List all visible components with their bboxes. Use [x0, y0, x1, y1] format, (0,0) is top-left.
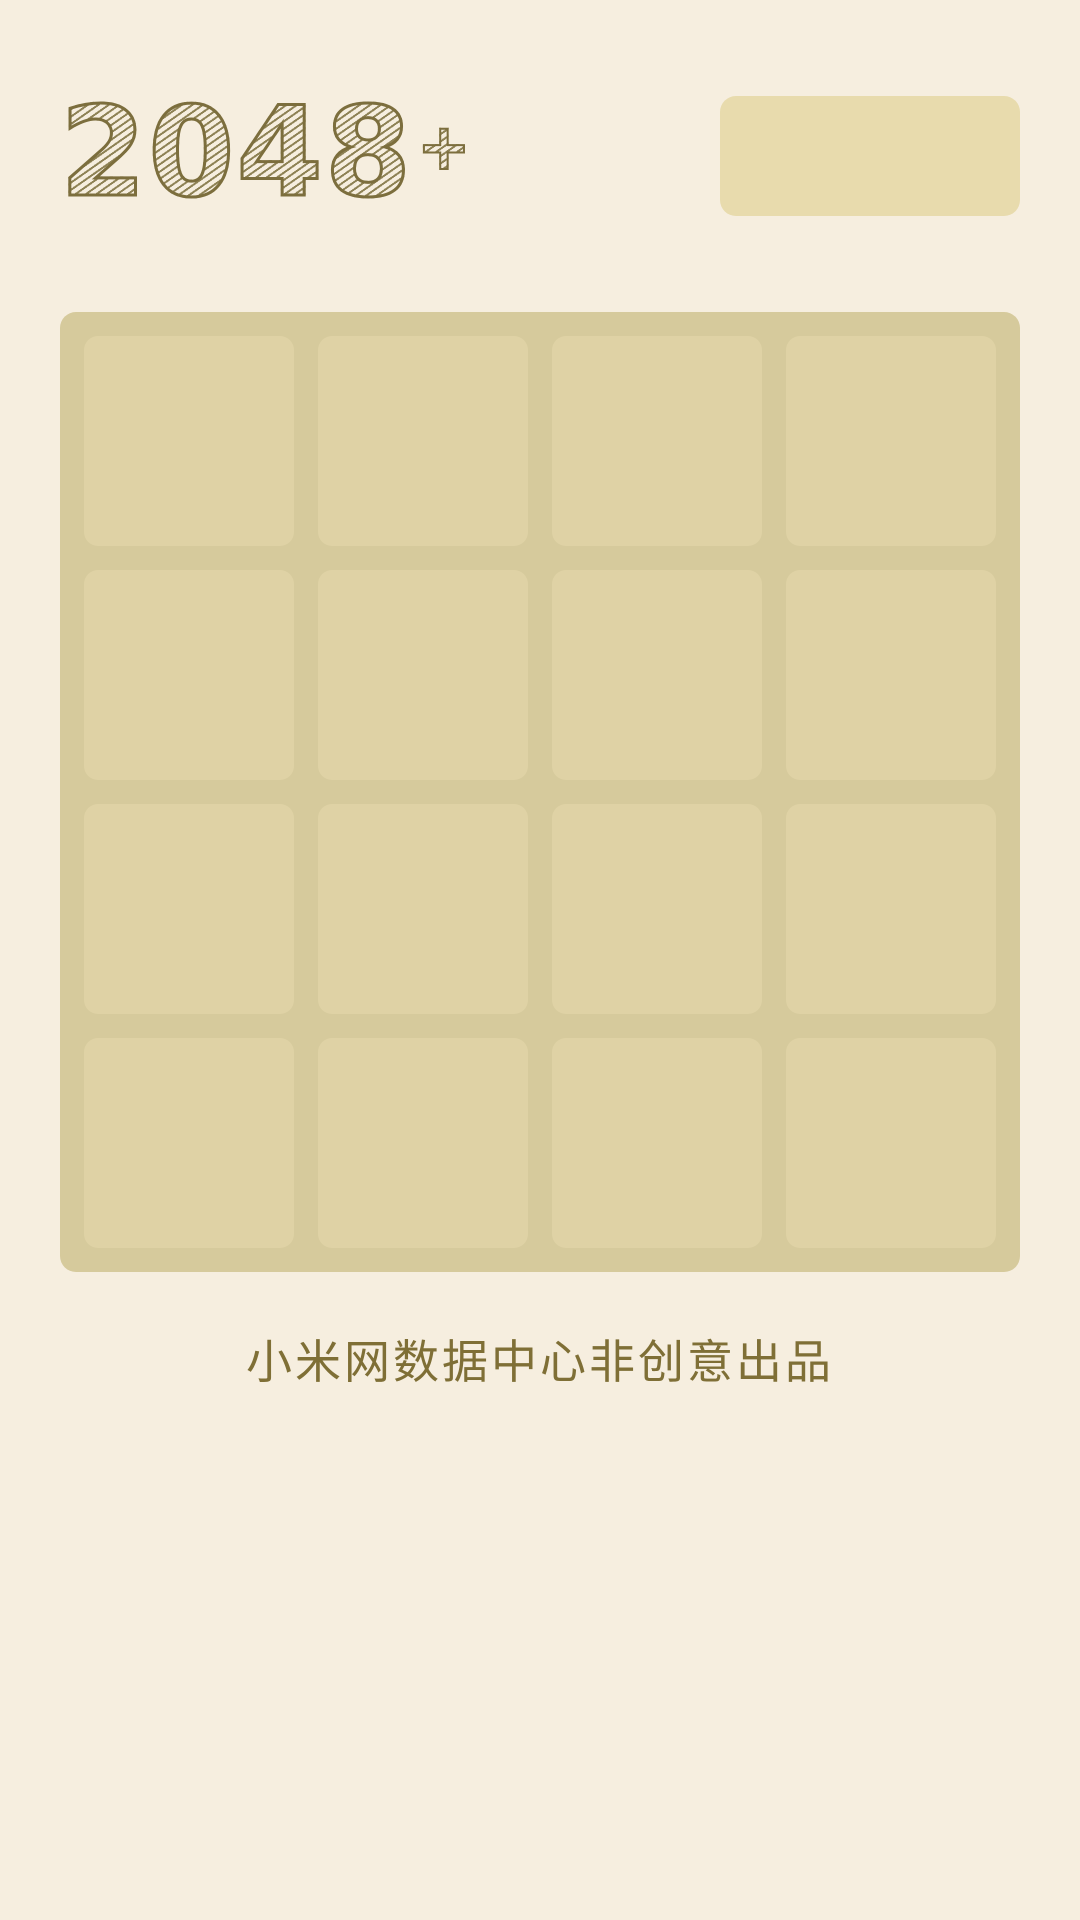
board-cell: [318, 336, 528, 546]
logo-number: 2048: [58, 81, 414, 225]
board-cell: [84, 1038, 294, 1248]
board-cell: [84, 336, 294, 546]
board-cell: [318, 570, 528, 780]
score-box: [720, 96, 1020, 216]
logo-plus: +: [416, 111, 472, 185]
board-cell: [84, 804, 294, 1014]
board-cell: [84, 570, 294, 780]
board-cell: [552, 1038, 762, 1248]
board-cell: [552, 570, 762, 780]
credit-text: 小米网数据中心非创意出品: [246, 1335, 834, 1389]
board-cell: [786, 570, 996, 780]
board-cell: [318, 804, 528, 1014]
board-cell: [786, 336, 996, 546]
game-board[interactable]: [60, 312, 1020, 1272]
board-cell: [786, 1038, 996, 1248]
game-logo: 2048 +: [58, 81, 472, 225]
board-cell: [552, 336, 762, 546]
board-cell: [318, 1038, 528, 1248]
board-cell: [786, 804, 996, 1014]
board-cell: [552, 804, 762, 1014]
